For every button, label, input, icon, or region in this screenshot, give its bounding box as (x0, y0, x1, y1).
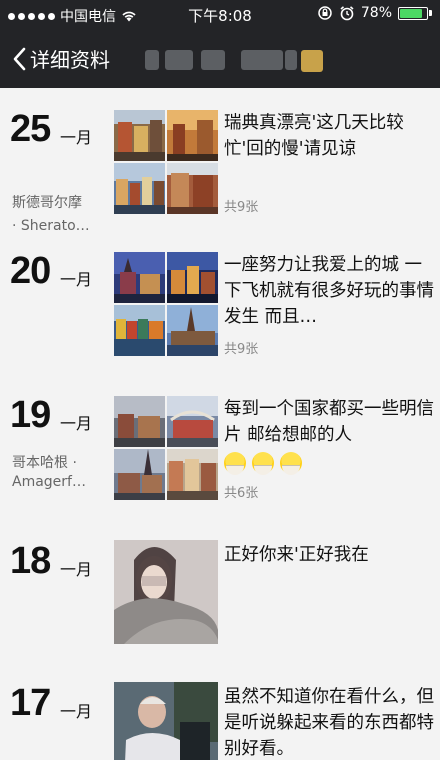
post-month: 一月 (60, 270, 93, 289)
chick-emoji-icon (224, 452, 246, 475)
post-day: 17 (10, 682, 51, 724)
post-month: 一月 (60, 560, 93, 579)
battery-level (400, 8, 422, 18)
photo-thumbnail[interactable] (114, 163, 165, 214)
post-day: 18 (10, 540, 51, 582)
emoji-row (224, 452, 302, 475)
chick-emoji-icon (280, 452, 302, 475)
post-month: 一月 (60, 128, 93, 147)
photo-grid[interactable] (114, 110, 218, 214)
post-text[interactable]: 瑞典真漂亮'这几天比较忙'回的慢'请见谅 (224, 110, 434, 162)
photo-count: 共6张 (224, 486, 259, 501)
post-month: 一月 (60, 414, 93, 433)
photo-thumbnail[interactable] (167, 252, 218, 303)
post-location[interactable]: 斯德哥尔摩 (12, 192, 82, 212)
photo-thumbnail[interactable] (114, 305, 165, 356)
photo-grid[interactable] (114, 252, 218, 356)
back-button[interactable]: 详细资料 (12, 44, 110, 73)
photo-thumbnail[interactable] (167, 305, 218, 356)
post-text[interactable]: 正好你来'正好我在 (224, 542, 434, 568)
chevron-left-icon (13, 47, 26, 70)
photo-thumbnail[interactable] (114, 252, 165, 303)
photo-grid[interactable] (114, 396, 218, 500)
nickname-blurred (145, 50, 325, 72)
post-day: 25 (10, 108, 51, 150)
photo-thumbnail[interactable] (114, 110, 165, 161)
post-location-detail[interactable]: Amagerf… (12, 474, 86, 490)
photo-thumbnail[interactable] (167, 449, 218, 500)
photo-thumbnail[interactable] (167, 163, 218, 214)
post-text[interactable]: 每到一个国家都买一些明信片 邮给想邮的人 (224, 396, 434, 448)
photo-thumbnail[interactable] (114, 540, 218, 644)
photo-thumbnail[interactable] (114, 396, 165, 447)
battery-icon (398, 6, 428, 20)
post-location[interactable]: 哥本哈根 · (12, 452, 77, 472)
post-day: 19 (10, 394, 51, 436)
photo-thumbnail[interactable] (167, 110, 218, 161)
photo-thumbnail[interactable] (114, 682, 218, 760)
album-timeline[interactable]: 25 一月 斯德哥尔摩 · Sherato… 瑞典真漂亮'这几天比较忙'回的慢'… (0, 88, 440, 760)
post-month: 一月 (60, 702, 93, 721)
nav-bar: 详细资料 (0, 30, 440, 88)
chick-emoji-icon (252, 452, 274, 475)
battery-tip (429, 10, 432, 16)
post-text[interactable]: 一座努力让我爱上的城 一下飞机就有很多好玩的事情发生 而且… (224, 252, 434, 330)
post-text[interactable]: 虽然不知道你在看什么，但是听说躲起来看的东西都特别好看。 (224, 684, 434, 760)
alarm-icon (340, 6, 354, 21)
status-right: 78% (317, 5, 432, 21)
battery-percent: 78% (360, 5, 392, 21)
photo-thumbnail[interactable] (114, 449, 165, 500)
post-day: 20 (10, 250, 51, 292)
rotation-lock-icon (318, 6, 332, 20)
back-label: 详细资料 (30, 48, 110, 72)
photo-count: 共9张 (224, 342, 259, 357)
status-bar: 中国电信 下午8:08 78% (0, 0, 440, 30)
post-location-detail[interactable]: · Sherato… (12, 218, 90, 234)
photo-thumbnail[interactable] (167, 396, 218, 447)
photo-count: 共9张 (224, 200, 259, 215)
